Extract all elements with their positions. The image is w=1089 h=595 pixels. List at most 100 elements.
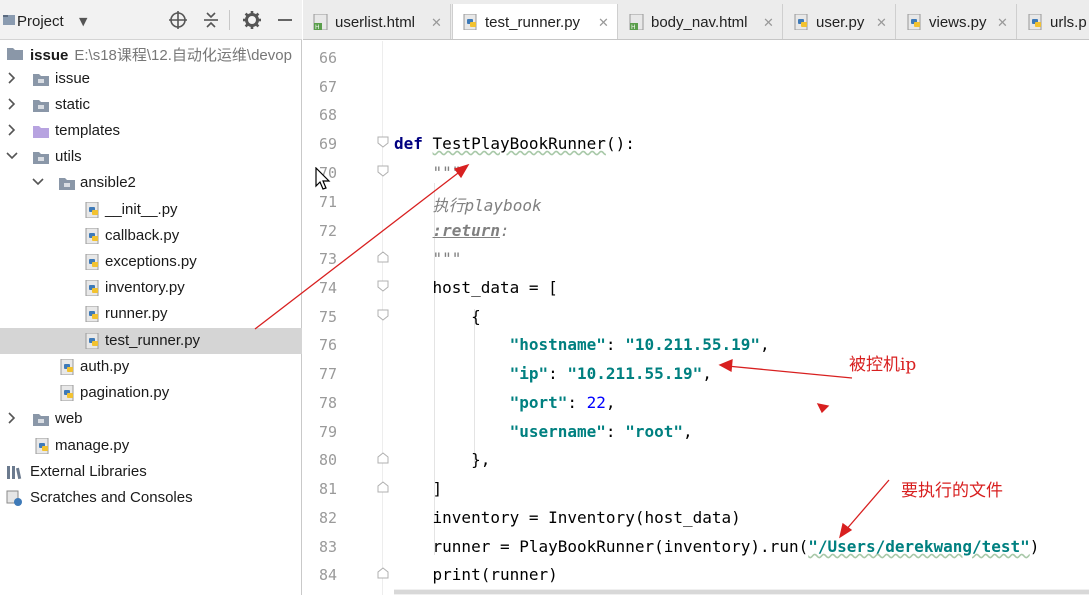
tab-user-py[interactable]: user.py ✕	[784, 4, 896, 39]
fold-marker-icon[interactable]	[377, 165, 389, 177]
scrollbar-thumb[interactable]	[394, 590, 1089, 594]
gear-icon[interactable]	[242, 10, 262, 30]
python-file-icon	[85, 202, 99, 218]
code-editor[interactable]: def TestPlayBookRunner(): """ 执行playbook…	[394, 41, 1089, 589]
python-file-icon	[1028, 14, 1042, 30]
locate-target-icon[interactable]	[168, 10, 188, 30]
code-line-75: {	[471, 307, 481, 326]
chevron-right-icon[interactable]	[6, 412, 18, 424]
tree-item-init-py[interactable]: __init__.py	[0, 197, 302, 223]
close-icon[interactable]: ✕	[876, 15, 887, 31]
tab-test-runner-py[interactable]: test_runner.py ✕	[452, 4, 618, 39]
tree-item-label: ansible2	[80, 174, 136, 191]
close-icon[interactable]: ✕	[431, 15, 442, 31]
line-number: 68	[318, 106, 337, 124]
line-number: 84	[318, 566, 337, 584]
tree-item-external-libraries[interactable]: External Libraries	[0, 459, 302, 485]
line-number: 79	[318, 423, 337, 441]
chevron-down-icon[interactable]	[6, 150, 18, 162]
minimize-icon[interactable]	[275, 10, 295, 30]
tree-item-exceptions-py[interactable]: exceptions.py	[0, 249, 302, 275]
project-path: E:\s18课程\12.自动化运维\devop	[74, 47, 292, 64]
editor-gutter: 66 67 68 69 70 71 72 73 74 75 76 77 78 7…	[303, 41, 389, 595]
chevron-down-icon[interactable]: ▼	[79, 15, 87, 28]
chevron-down-icon[interactable]	[32, 176, 44, 188]
line-number: 77	[318, 365, 337, 383]
chevron-right-icon[interactable]	[6, 72, 18, 84]
folder-icon	[33, 100, 49, 112]
code-line-83: runner = PlayBookRunner(inventory).run("…	[432, 537, 1040, 556]
tree-item-web[interactable]: web	[0, 406, 302, 432]
line-number: 82	[318, 509, 337, 527]
tab-urls-py[interactable]: urls.p	[1018, 4, 1089, 39]
mouse-cursor-icon	[315, 167, 331, 190]
tree-item-label: runner.py	[105, 305, 168, 322]
tree-item-runner-py[interactable]: runner.py	[0, 301, 302, 327]
tree-item-ansible2[interactable]: ansible2	[0, 170, 302, 196]
fold-marker-icon[interactable]	[377, 136, 389, 148]
tree-item-static[interactable]: static	[0, 92, 302, 118]
line-number: 80	[318, 451, 337, 469]
fold-end-icon[interactable]	[377, 251, 389, 263]
fold-marker-icon[interactable]	[377, 280, 389, 292]
project-view-selector[interactable]: Project	[17, 13, 64, 30]
tab-body-nav-html[interactable]: H body_nav.html ✕	[619, 4, 783, 39]
tree-item-label: __init__.py	[105, 201, 178, 218]
code-line-70: """	[432, 163, 462, 182]
chevron-right-icon[interactable]	[6, 124, 18, 136]
tab-label: test_runner.py	[485, 14, 581, 31]
code-line-81: ]	[432, 479, 443, 498]
line-number: 74	[318, 279, 337, 297]
tree-item-label: auth.py	[80, 358, 130, 375]
tree-item-label: manage.py	[55, 437, 130, 454]
collapse-all-icon[interactable]	[201, 10, 221, 30]
fold-end-icon[interactable]	[377, 481, 389, 493]
tree-item-label: templates	[55, 122, 121, 139]
tree-item-templates[interactable]: templates	[0, 118, 302, 144]
svg-text:H: H	[315, 24, 320, 30]
tree-item-pagination-py[interactable]: pagination.py	[0, 380, 302, 406]
tree-item-callback-py[interactable]: callback.py	[0, 223, 302, 249]
close-icon[interactable]: ✕	[598, 15, 609, 31]
tree-item-project-root[interactable]: issue E:\s18课程\12.自动化运维\devop	[0, 40, 302, 66]
tree-item-scratches[interactable]: Scratches and Consoles	[0, 485, 302, 511]
code-line-79: "username": "root",	[509, 422, 693, 441]
tree-item-test-runner-py[interactable]: test_runner.py	[0, 328, 302, 354]
tree-item-label: callback.py	[105, 227, 180, 244]
annotation-file-to-execute: 要执行的文件	[901, 481, 1003, 501]
tree-item-inventory-py[interactable]: inventory.py	[0, 275, 302, 301]
code-line-76: "hostname": "10.211.55.19",	[509, 335, 770, 354]
line-number: 75	[318, 308, 337, 326]
code-line-84: print(runner)	[432, 565, 558, 584]
project-panel-header: Project ▼	[0, 0, 302, 40]
tab-userlist-html[interactable]: H userlist.html ✕	[303, 4, 451, 39]
code-line-73: """	[432, 249, 462, 268]
python-file-icon	[85, 306, 99, 322]
tree-item-label: Scratches and Consoles	[30, 489, 193, 506]
tree-item-label: pagination.py	[80, 384, 170, 401]
folder-icon	[33, 74, 49, 86]
html-file-icon: H	[629, 14, 644, 30]
horizontal-scrollbar[interactable]	[394, 589, 1089, 595]
tree-item-label: utils	[55, 148, 82, 165]
tab-label: urls.p	[1050, 14, 1087, 31]
folder-icon	[7, 48, 23, 60]
chevron-right-icon[interactable]	[6, 98, 18, 110]
fold-end-icon[interactable]	[377, 452, 389, 464]
tree-item-auth-py[interactable]: auth.py	[0, 354, 302, 380]
fold-end-icon[interactable]	[377, 567, 389, 579]
tree-item-label: static	[55, 96, 91, 113]
tree-item-label: test_runner.py	[105, 332, 201, 349]
code-line-71: 执行playbook	[432, 196, 542, 215]
fold-marker-icon[interactable]	[377, 309, 389, 321]
tree-item-manage-py[interactable]: manage.py	[0, 433, 302, 459]
tree-item-issue[interactable]: issue	[0, 66, 302, 92]
tree-item-label: External Libraries	[30, 463, 147, 480]
tab-views-py[interactable]: views.py ✕	[897, 4, 1017, 39]
tab-label: userlist.html	[335, 14, 416, 31]
folder-icon	[33, 152, 49, 164]
close-icon[interactable]: ✕	[763, 15, 774, 31]
close-icon[interactable]: ✕	[997, 15, 1008, 31]
tree-item-label: inventory.py	[105, 279, 185, 296]
tree-item-utils[interactable]: utils	[0, 144, 302, 170]
